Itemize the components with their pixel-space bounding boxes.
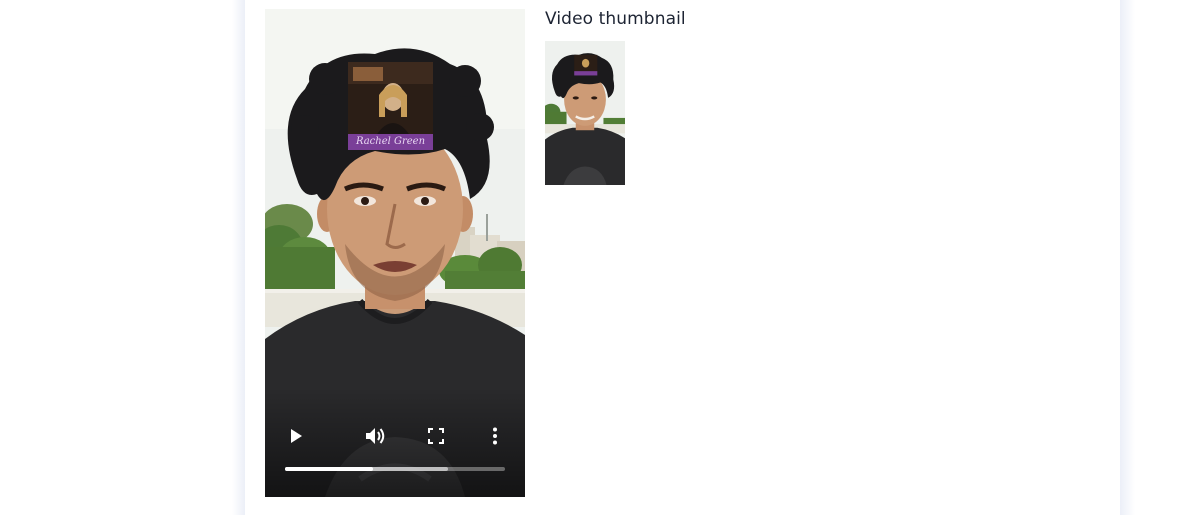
- fullscreen-icon: [428, 428, 444, 444]
- play-button[interactable]: [281, 421, 311, 451]
- page-shadow-left: [232, 0, 246, 515]
- fullscreen-button[interactable]: [421, 421, 451, 451]
- play-icon: [291, 429, 302, 443]
- more-vertical-icon: [493, 427, 497, 445]
- video-thumbnail: [545, 41, 625, 185]
- volume-button[interactable]: [361, 421, 391, 451]
- overlay-name-label: Rachel Green: [355, 136, 426, 147]
- video-player[interactable]: Rachel Green: [265, 9, 525, 497]
- progress-bar[interactable]: [285, 467, 505, 471]
- more-options-button[interactable]: [480, 421, 510, 451]
- volume-icon: [366, 428, 385, 444]
- thumbnail-heading: Video thumbnail: [545, 9, 686, 29]
- page-shadow-right: [1119, 0, 1135, 515]
- progress-played: [285, 467, 373, 471]
- thumbnail-image: [545, 41, 625, 185]
